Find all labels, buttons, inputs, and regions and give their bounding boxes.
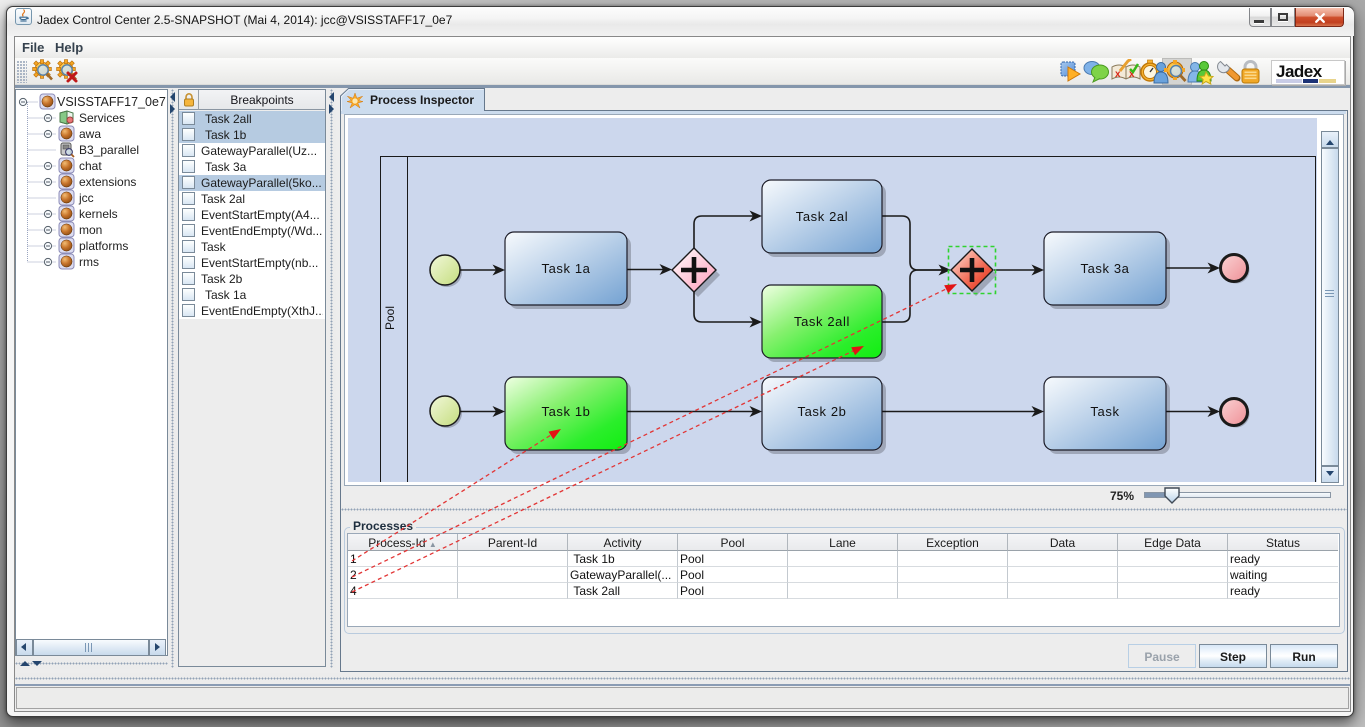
svg-text:Pool: Pool xyxy=(383,306,397,330)
svg-text:Task 1a: Task 1a xyxy=(541,261,590,276)
svg-text:Task: Task xyxy=(1090,404,1119,419)
svg-text:Task 2all: Task 2all xyxy=(794,314,850,329)
svg-text:Task 2b: Task 2b xyxy=(797,404,846,419)
svg-text:Task 1b: Task 1b xyxy=(541,404,590,419)
svg-text:Task 2al: Task 2al xyxy=(796,209,849,224)
svg-text:Task 3a: Task 3a xyxy=(1080,261,1129,276)
